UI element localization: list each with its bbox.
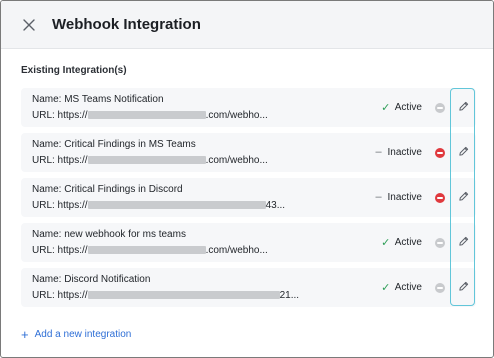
edit-column-highlight (450, 88, 475, 306)
integration-row: Name: Discord Notification URL: https://… (21, 268, 476, 307)
url-redaction (87, 111, 206, 119)
url-suffix: .com/webho... (205, 155, 268, 166)
add-integration-label: Add a new integration (34, 329, 132, 340)
integration-url: URL: https:// 21... (32, 290, 299, 301)
url-prefix: URL: https:// (32, 155, 88, 166)
status-label: Inactive (387, 191, 422, 203)
integration-name: Name: Critical Findings in MS Teams (32, 139, 196, 150)
integration-url: URL: https:// .com/webho... (32, 110, 268, 121)
check-icon: ✓ (381, 102, 391, 114)
url-prefix: URL: https:// (32, 245, 88, 256)
webhook-integration-panel: Webhook Integration Existing Integration… (0, 0, 494, 358)
integration-name: Name: Critical Findings in Discord (32, 184, 183, 195)
url-suffix: 43... (265, 200, 286, 211)
integration-name: Name: new webhook for ms teams (32, 229, 186, 240)
pencil-icon[interactable] (456, 99, 470, 113)
dash-icon: – (375, 191, 382, 203)
toggle-status-button[interactable] (435, 103, 445, 113)
url-redaction (87, 291, 280, 299)
dash-icon: – (375, 146, 382, 158)
toggle-status-button[interactable] (435, 283, 445, 293)
integration-name: Name: MS Teams Notification (32, 94, 164, 105)
url-prefix: URL: https:// (32, 200, 88, 211)
pencil-icon[interactable] (456, 189, 470, 203)
integration-name: Name: Discord Notification (32, 274, 151, 285)
url-prefix: URL: https:// (32, 110, 88, 121)
url-redaction (87, 156, 206, 164)
integration-list: Name: MS Teams Notification URL: https:/… (21, 88, 476, 313)
url-suffix: .com/webho... (205, 245, 268, 256)
url-suffix: .com/webho... (205, 110, 268, 121)
url-prefix: URL: https:// (32, 290, 88, 301)
status-indicator: – Inactive (374, 191, 422, 203)
integration-row: Name: MS Teams Notification URL: https:/… (21, 88, 476, 127)
status-label: Active (394, 102, 422, 113)
toggle-status-button[interactable] (435, 148, 445, 158)
integration-row: Name: Critical Findings in MS Teams URL:… (21, 133, 476, 172)
status-indicator: ✓ Active (381, 236, 422, 249)
check-icon: ✓ (381, 282, 391, 294)
pencil-icon[interactable] (456, 279, 470, 293)
status-label: Active (394, 282, 422, 293)
status-indicator: ✓ Active (381, 101, 422, 114)
pencil-icon[interactable] (456, 234, 470, 248)
close-icon[interactable] (20, 16, 38, 34)
url-redaction (87, 201, 266, 209)
integration-url: URL: https:// 43... (32, 200, 285, 211)
status-label: Inactive (387, 146, 422, 158)
status-label: Active (394, 237, 422, 248)
integration-row: Name: new webhook for ms teams URL: http… (21, 223, 476, 262)
panel-header: Webhook Integration (1, 1, 493, 49)
integration-row: Name: Critical Findings in Discord URL: … (21, 178, 476, 217)
url-redaction (87, 246, 206, 254)
plus-icon: + (21, 326, 29, 342)
check-icon: ✓ (381, 237, 391, 249)
status-indicator: – Inactive (374, 146, 422, 158)
integration-url: URL: https:// .com/webho... (32, 245, 268, 256)
toggle-status-button[interactable] (435, 238, 445, 248)
integration-url: URL: https:// .com/webho... (32, 155, 268, 166)
panel-title: Webhook Integration (52, 16, 201, 33)
url-suffix: 21... (279, 290, 300, 301)
toggle-status-button[interactable] (435, 193, 445, 203)
add-integration-link[interactable]: + Add a new integration (21, 326, 132, 342)
status-indicator: ✓ Active (381, 281, 422, 294)
pencil-icon[interactable] (456, 144, 470, 158)
section-label: Existing Integration(s) (21, 65, 127, 76)
